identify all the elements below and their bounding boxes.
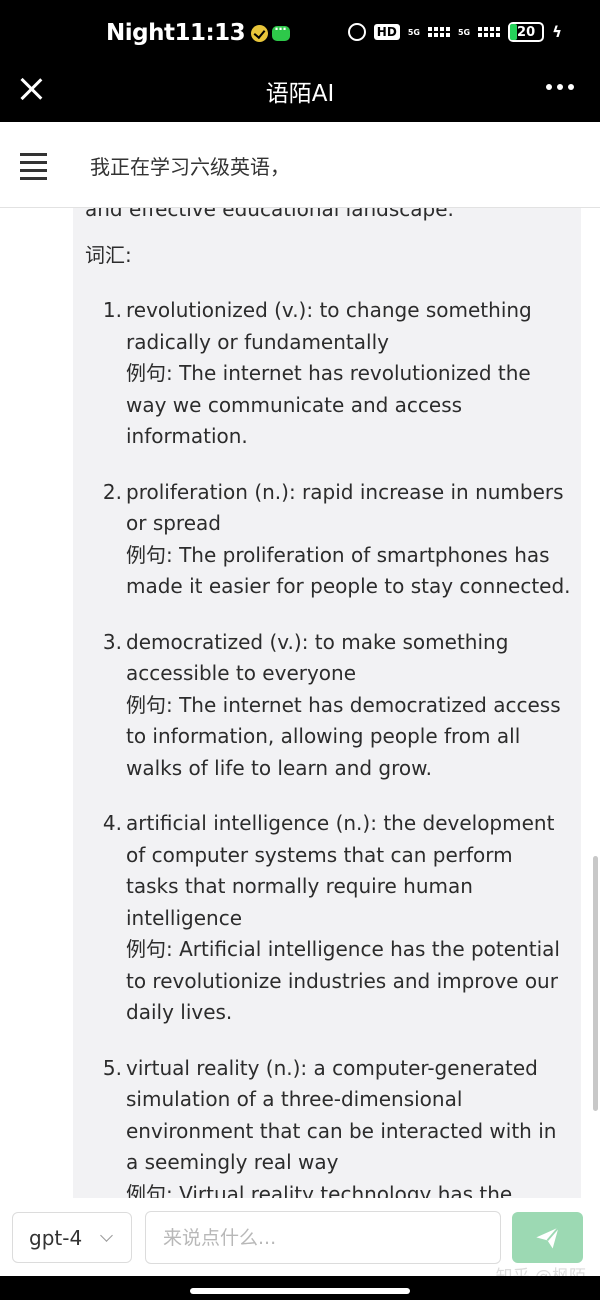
topic-text: 我正在学习六级英语， bbox=[90, 155, 290, 179]
status-time: Night11:13 bbox=[106, 20, 246, 46]
vocab-example: 例句: The proliferation of smartphones has… bbox=[126, 542, 571, 599]
vocab-number: 3. bbox=[102, 629, 122, 654]
menu-icon[interactable] bbox=[20, 151, 47, 180]
model-select-value: gpt-4 bbox=[29, 1225, 83, 1250]
status-left: Night11:13 bbox=[106, 20, 291, 46]
status-right: HD 5G 5G 20 ϟ bbox=[347, 22, 562, 42]
vocab-example: 例句: Virtual reality technology has the p… bbox=[126, 1181, 513, 1199]
charging-bolt-icon: ϟ bbox=[552, 23, 562, 41]
home-indicator[interactable] bbox=[190, 1288, 410, 1294]
assistant-message-bubble: and effective educational landscape. 词汇:… bbox=[73, 208, 581, 1198]
vocab-number: 1. bbox=[102, 298, 122, 322]
topic-bar: 我正在学习六级英语， bbox=[0, 122, 600, 208]
send-icon bbox=[535, 1226, 559, 1248]
vocab-item: 5. virtual reality (n.): a computer-gene… bbox=[85, 1053, 571, 1199]
vocab-definition: virtual reality (n.): a computer-generat… bbox=[126, 1055, 557, 1175]
vocab-number: 4. bbox=[102, 811, 122, 835]
signal-strength-icon-2 bbox=[478, 27, 501, 37]
vocab-definition: revolutionized (v.): to change something… bbox=[126, 298, 532, 354]
chevron-down-icon bbox=[100, 1229, 113, 1242]
vocab-item: 3. democratized (v.): to make something … bbox=[85, 627, 571, 785]
message-lead-line: and effective educational landscape. bbox=[85, 208, 454, 221]
status-bar: Night11:13 HD 5G 5G 20 ϟ bbox=[0, 0, 600, 66]
more-options-icon[interactable] bbox=[546, 84, 574, 90]
vocab-definition: proliferation (n.): rapid increase in nu… bbox=[126, 479, 564, 536]
vocab-number: 2. bbox=[102, 479, 122, 504]
vocab-definition: democratized (v.): to make something acc… bbox=[126, 629, 509, 686]
vocab-item: 2. proliferation (n.): rapid increase in… bbox=[85, 477, 571, 603]
vocab-item: 4. artificial intelligence (n.): the dev… bbox=[85, 808, 571, 1029]
vocab-number: 5. bbox=[102, 1055, 122, 1080]
send-button[interactable] bbox=[512, 1212, 583, 1263]
message-notification-icon bbox=[272, 22, 291, 41]
home-bar bbox=[0, 1276, 600, 1300]
vocab-item: 1. revolutionized (v.): to change someth… bbox=[85, 295, 571, 453]
vocab-example: 例句: The internet has democratized access… bbox=[126, 692, 561, 780]
model-select[interactable]: gpt-4 bbox=[12, 1212, 132, 1263]
signal-label-1: 5G bbox=[407, 27, 420, 37]
alarm-icon bbox=[347, 23, 366, 41]
vocab-definition: artificial intelligence (n.): the develo… bbox=[126, 811, 555, 930]
message-input[interactable] bbox=[145, 1211, 501, 1264]
chat-area[interactable]: and effective educational landscape. 词汇:… bbox=[0, 208, 600, 1198]
app-title: 语陌AI bbox=[265, 81, 335, 107]
chat-scrollbar[interactable] bbox=[593, 856, 598, 1111]
task-check-icon bbox=[251, 24, 269, 42]
battery-level: 20 bbox=[517, 24, 536, 40]
vocab-example: 例句: Artificial intelligence has the pote… bbox=[126, 937, 560, 1024]
hd-badge: HD bbox=[373, 24, 400, 40]
vocab-list: 1. revolutionized (v.): to change someth… bbox=[85, 295, 571, 1198]
signal-strength-icon bbox=[427, 27, 450, 37]
app-header: 语陌AI bbox=[0, 66, 600, 122]
signal-label-2: 5G bbox=[457, 27, 471, 37]
input-bar: gpt-4 知乎 @枫陌 bbox=[0, 1198, 600, 1287]
vocab-heading: 词汇: bbox=[85, 242, 132, 267]
vocab-example: 例句: The internet has revolutionized the … bbox=[126, 361, 531, 448]
battery-icon: 20 bbox=[508, 22, 545, 42]
